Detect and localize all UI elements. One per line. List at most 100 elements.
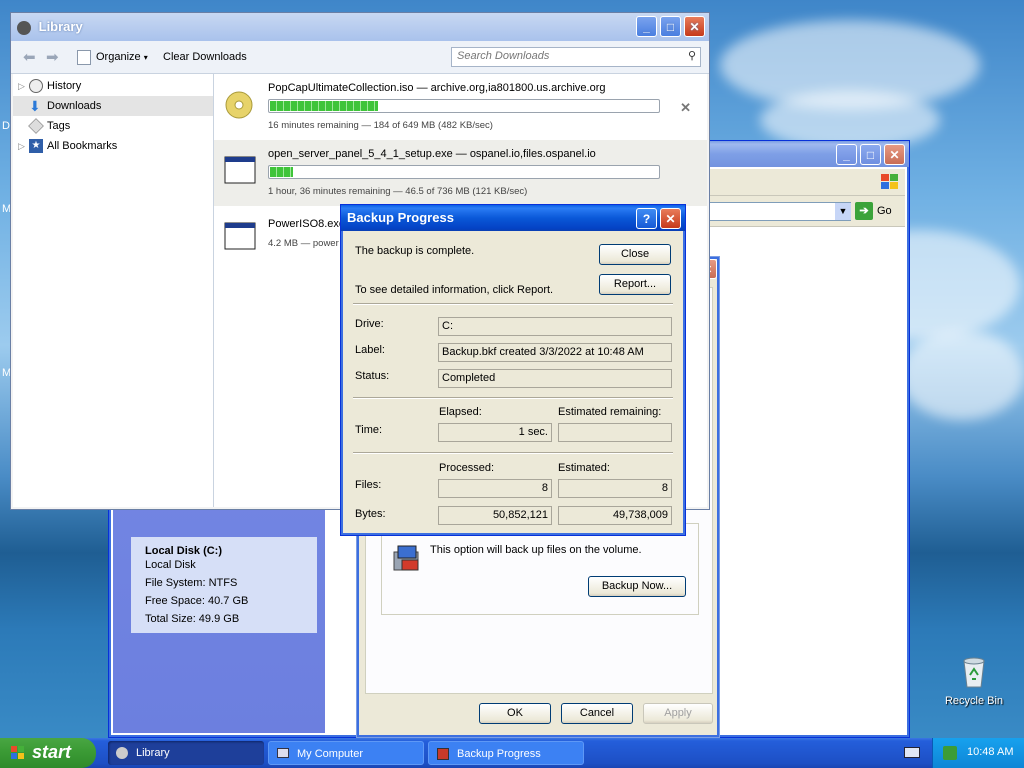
backup-titlebar[interactable]: Backup Progress ? ✕ — [341, 205, 685, 231]
desktop-edge-letter: D — [2, 120, 10, 132]
go-button[interactable]: Go — [877, 205, 892, 217]
windows-flag-icon — [10, 745, 26, 761]
search-icon: ⚲ — [687, 50, 696, 62]
download-name: PopCapUltimateCollection.iso — archive.o… — [268, 82, 606, 94]
time-remaining-value — [558, 423, 672, 442]
recycle-bin[interactable]: Recycle Bin — [942, 655, 1006, 715]
back-arrow-icon[interactable]: ⬅ — [23, 48, 36, 66]
library-titlebar[interactable]: Library _ □ ✕ — [11, 13, 709, 41]
disk-type: Local Disk — [145, 559, 196, 571]
minimize-button[interactable]: _ — [636, 16, 657, 37]
close-dialog-button[interactable]: Close — [599, 244, 671, 265]
download-progress-fill — [270, 101, 379, 111]
download-name: open_server_panel_5_4_1_setup.exe — ospa… — [268, 148, 596, 160]
organize-menu[interactable]: Organize ▾ — [96, 51, 148, 63]
label-label: Label: — [355, 344, 385, 356]
windows-logo-icon — [879, 171, 901, 193]
sidebar-item-history[interactable]: ▷ History — [13, 76, 213, 96]
address-dropdown-button[interactable]: ▼ — [835, 203, 851, 220]
sidebar-item-downloads[interactable]: ⬇ Downloads — [13, 96, 213, 116]
bytes-estimated-value: 49,738,009 — [558, 506, 672, 525]
sidebar-item-all-bookmarks[interactable]: ▷ ★ All Bookmarks — [13, 136, 213, 156]
download-row[interactable]: PopCapUltimateCollection.iso — archive.o… — [214, 74, 707, 140]
disc-icon — [224, 90, 254, 119]
close-button[interactable]: ✕ — [684, 16, 705, 37]
estimated-remaining-header: Estimated remaining: — [558, 406, 662, 418]
dialog-title: Backup Progress — [347, 210, 454, 225]
download-status: 4.2 MB — power — [268, 238, 339, 249]
minimize-button[interactable]: _ — [836, 144, 857, 165]
library-sidebar: ▷ History ⬇ Downloads Tags ▷ ★ All Bookm… — [13, 74, 214, 507]
files-label: Files: — [355, 479, 382, 491]
drive-label: Drive: — [355, 318, 384, 330]
files-estimated-value: 8 — [558, 479, 672, 498]
system-tray: 10:48 AM — [932, 738, 1024, 768]
expand-twisty-icon[interactable]: ▷ — [18, 76, 25, 96]
clear-downloads-button[interactable]: Clear Downloads — [163, 51, 247, 63]
disk-total-size: Total Size: 49.9 GB — [145, 613, 240, 625]
taskbar-item-my-computer[interactable]: My Computer — [268, 741, 424, 765]
search-downloads-input[interactable]: Search Downloads ⚲ — [451, 47, 701, 67]
application-window-icon — [224, 222, 256, 250]
expand-twisty-icon[interactable]: ▷ — [18, 136, 25, 156]
help-button[interactable]: ? — [636, 208, 657, 229]
clock[interactable]: 10:48 AM — [967, 746, 1013, 758]
elapsed-header: Elapsed: — [439, 406, 482, 418]
backup-now-button[interactable]: Backup Now... — [588, 576, 686, 597]
computer-icon — [277, 748, 289, 758]
maximize-button[interactable]: □ — [860, 144, 881, 165]
time-label: Time: — [355, 424, 383, 436]
status-value: Completed — [438, 369, 672, 388]
window-title: Library — [38, 19, 83, 34]
processed-header: Processed: — [439, 462, 495, 474]
download-progress-fill — [270, 167, 293, 177]
backup-progress-dialog: Backup Progress ? ✕ The backup is comple… — [340, 204, 686, 536]
network-icon[interactable] — [943, 746, 957, 760]
cancel-download-icon[interactable]: ✕ — [680, 100, 691, 116]
close-button[interactable]: ✕ — [884, 144, 905, 165]
library-icon — [116, 747, 128, 759]
taskbar-item-library[interactable]: Library — [108, 741, 264, 765]
maximize-button[interactable]: □ — [660, 16, 681, 37]
download-status: 1 hour, 36 minutes remaining — 46.5 of 7… — [268, 186, 528, 197]
library-toolbar: ⬅ ➡ Organize ▾ Clear Downloads Search Do… — [11, 41, 709, 74]
backup-icon — [437, 748, 449, 760]
close-button[interactable]: ✕ — [660, 208, 681, 229]
apply-button[interactable]: Apply — [643, 703, 713, 724]
bytes-label: Bytes: — [355, 508, 386, 520]
label-value: Backup.bkf created 3/3/2022 at 10:48 AM — [438, 343, 672, 362]
bytes-processed-value: 50,852,121 — [438, 506, 552, 525]
report-instruction-text: To see detailed information, click Repor… — [355, 284, 554, 296]
download-row[interactable]: open_server_panel_5_4_1_setup.exe — ospa… — [214, 140, 707, 206]
taskbar-item-backup-progress[interactable]: Backup Progress — [428, 741, 584, 765]
disk-free-space: Free Space: 40.7 GB — [145, 595, 249, 607]
download-progress-bar — [268, 165, 660, 179]
sidebar-item-tags[interactable]: Tags — [13, 116, 213, 136]
backup-group: This option will back up files on the vo… — [381, 523, 699, 615]
divider — [353, 397, 673, 399]
clock-icon — [29, 79, 43, 93]
disk-details-panel: Local Disk (C:) Local Disk File System: … — [131, 537, 317, 633]
application-window-icon — [224, 156, 256, 184]
download-name: PowerISO8.exe — [268, 218, 346, 230]
backup-tool-icon — [390, 542, 424, 576]
backup-complete-text: The backup is complete. — [355, 245, 475, 257]
divider — [353, 452, 673, 454]
forward-arrow-icon[interactable]: ➡ — [46, 48, 59, 66]
ok-button[interactable]: OK — [479, 703, 551, 724]
keyboard-icon[interactable] — [904, 747, 920, 758]
download-progress-bar — [268, 99, 660, 113]
time-elapsed-value: 1 sec. — [438, 423, 552, 442]
backup-option-text: This option will back up files on the vo… — [430, 544, 642, 556]
download-arrow-icon: ⬇ — [29, 98, 41, 114]
tag-icon — [28, 118, 44, 134]
recycle-bin-icon — [963, 657, 985, 688]
cancel-button[interactable]: Cancel — [561, 703, 633, 724]
go-arrow-icon[interactable]: ➔ — [855, 202, 873, 220]
firefox-library-icon — [17, 20, 31, 35]
download-status: 16 minutes remaining — 184 of 649 MB (48… — [268, 120, 493, 131]
disk-title: Local Disk (C:) — [145, 545, 223, 557]
report-button[interactable]: Report... — [599, 274, 671, 295]
start-label: start — [32, 742, 72, 762]
start-button[interactable]: start — [0, 738, 96, 768]
